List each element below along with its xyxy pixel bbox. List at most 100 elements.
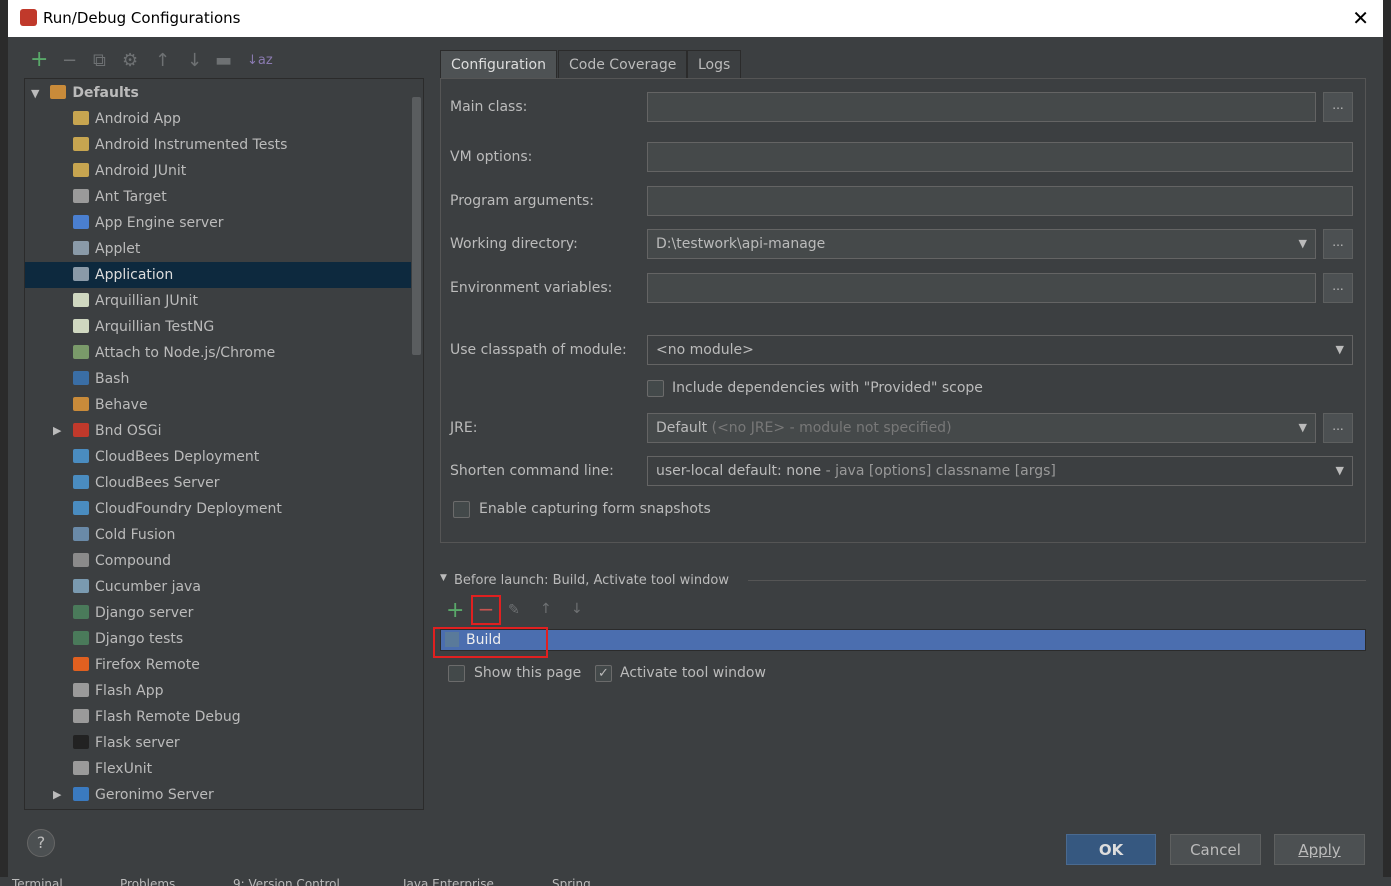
ok-button[interactable]: OK [1066,834,1156,865]
tree-item[interactable]: Behave [25,392,411,418]
program-arguments-input[interactable] [647,186,1353,216]
cancel-button[interactable]: Cancel [1170,834,1261,865]
working-directory-input[interactable]: D:\testwork\api-manage ▼ [647,229,1316,259]
firefox-icon [73,657,89,671]
tree-item[interactable]: Android JUnit [25,158,411,184]
tree-scrollbar[interactable] [412,97,421,355]
tree-item[interactable]: Flask server [25,730,411,756]
move-down-button[interactable]: ↓ [187,50,202,71]
tree-item-label: Arquillian JUnit [95,293,198,309]
tool-terminal[interactable]: Terminal [12,877,63,886]
activate-tool-window-label: Activate tool window [620,665,766,681]
tree-item[interactable]: ▶ Geronimo Server [25,782,411,808]
tree-item-label: Flash Remote Debug [95,709,241,725]
ant-icon [73,189,89,203]
help-button[interactable]: ? [27,829,55,857]
environment-variables-label: Environment variables: [450,280,613,296]
tree-item-label: Cucumber java [95,579,201,595]
expand-arrow-icon[interactable]: ▶ [53,418,61,444]
tree-item-label: Bash [95,371,130,387]
tree-item[interactable]: FlexUnit [25,756,411,782]
activate-tool-window-checkbox[interactable]: ✓ [595,665,612,682]
chevron-down-icon[interactable]: ▼ [1336,336,1344,364]
copy-configuration-button[interactable]: ⧉ [93,50,106,71]
tree-item[interactable]: CloudBees Deployment [25,444,411,470]
tree-item[interactable]: CloudBees Server [25,470,411,496]
tool-problems[interactable]: Problems [120,877,175,886]
sort-button[interactable]: ↓az [247,53,273,68]
behave-icon [73,397,89,411]
tool-version-control[interactable]: 9: Version Control [233,877,340,886]
edit-defaults-button[interactable]: ⚙ [122,50,138,71]
divider [748,580,1366,581]
jre-browse-button[interactable]: ... [1323,413,1353,443]
tree-item[interactable]: Application [25,262,411,288]
tree-item[interactable]: Compound [25,548,411,574]
tree-item[interactable]: Bash [25,366,411,392]
tree-item[interactable]: ▶ Bnd OSGi [25,418,411,444]
tree-item-label: Compound [95,553,172,569]
chevron-down-icon[interactable]: ▼ [1336,457,1344,485]
tree-item[interactable]: Arquillian JUnit [25,288,411,314]
tree-item[interactable]: Django server [25,600,411,626]
tab-configuration[interactable]: Configuration [440,50,557,78]
collapse-arrow-icon[interactable]: ▼ [440,573,447,583]
tree-item[interactable]: Android Instrumented Tests [25,132,411,158]
tree-item[interactable]: Arquillian TestNG [25,314,411,340]
tool-spring[interactable]: Spring [552,877,591,886]
expand-arrow-icon[interactable]: ▶ [53,782,61,808]
tree-root-defaults[interactable]: ▼ Defaults [25,80,411,106]
tree-item[interactable]: Firefox Remote [25,652,411,678]
geronimo-icon [73,787,89,801]
chevron-down-icon[interactable]: ▼ [1299,230,1307,258]
folder-button[interactable]: ▬ [215,50,232,71]
tree-item[interactable]: Cucumber java [25,574,411,600]
tool-java-enterprise[interactable]: Java Enterprise [403,877,494,886]
tree-item[interactable]: Django tests [25,626,411,652]
capture-snapshots-checkbox[interactable] [453,501,470,518]
tab-code-coverage[interactable]: Code Coverage [558,50,688,78]
tree-item[interactable]: Ant Target [25,184,411,210]
tree-item[interactable]: Applet [25,236,411,262]
move-up-task-icon[interactable]: ↑ [540,601,552,617]
tree-item[interactable]: Android App [25,106,411,132]
tree-item-label: Android JUnit [95,163,187,179]
android-icon [73,163,89,177]
tree-item[interactable]: Cold Fusion [25,522,411,548]
tree-item[interactable]: Attach to Node.js/Chrome [25,340,411,366]
main-class-browse-button[interactable]: ... [1323,92,1353,122]
before-launch-item-build[interactable]: Build [466,632,501,648]
tab-logs[interactable]: Logs [687,50,742,78]
shorten-command-line-select[interactable]: user-local default: none - java [options… [647,456,1353,486]
jre-label: JRE: [450,420,478,436]
tree-item[interactable]: Flash App [25,678,411,704]
include-provided-checkbox[interactable] [647,380,664,397]
show-page-checkbox[interactable] [448,665,465,682]
edit-task-icon[interactable]: ✎ [508,602,520,618]
tree-item[interactable]: CloudFoundry Deployment [25,496,411,522]
tree-item[interactable]: Flash Remote Debug [25,704,411,730]
tree-item-label: CloudBees Server [95,475,220,491]
classpath-module-select[interactable]: <no module> ▼ [647,335,1353,365]
chevron-down-icon[interactable]: ▼ [1299,414,1307,442]
arquillian-icon [73,293,89,307]
remove-configuration-button[interactable]: − [62,50,77,71]
nodejs-icon [73,345,89,359]
close-icon[interactable]: ✕ [1352,6,1369,30]
tree-item-label: Cold Fusion [95,527,176,543]
add-task-button[interactable]: + [446,598,464,623]
environment-variables-browse-button[interactable]: ... [1323,273,1353,303]
jre-select[interactable]: Default (<no JRE> - module not specified… [647,413,1316,443]
before-launch-list[interactable] [440,629,1366,651]
working-directory-browse-button[interactable]: ... [1323,229,1353,259]
remove-task-button[interactable]: − [471,595,501,625]
move-up-button[interactable]: ↑ [155,50,170,71]
move-down-task-icon[interactable]: ↓ [571,601,583,617]
main-class-input[interactable] [647,92,1316,122]
tree-item[interactable]: App Engine server [25,210,411,236]
apply-button[interactable]: Apply [1274,834,1365,865]
environment-variables-input[interactable] [647,273,1316,303]
vm-options-input[interactable] [647,142,1353,172]
add-configuration-button[interactable]: + [30,47,48,72]
expand-arrow-icon[interactable]: ▼ [31,87,39,100]
